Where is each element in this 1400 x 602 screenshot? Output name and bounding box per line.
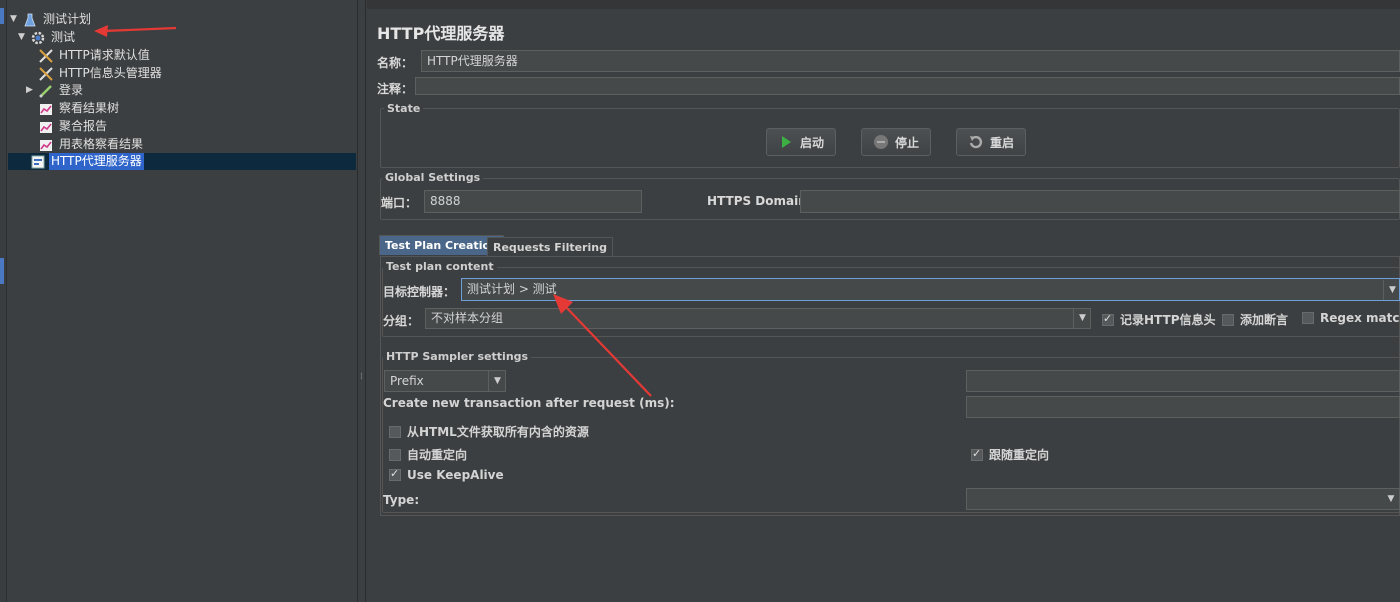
type-select[interactable] bbox=[966, 488, 1400, 510]
tree-node-label: 聚合报告 bbox=[59, 119, 108, 133]
port-input[interactable]: 8888 bbox=[424, 190, 642, 213]
tree-node-thread-group[interactable]: ▼ 测试 bbox=[18, 29, 77, 46]
panel-splitter[interactable]: ⁞ bbox=[358, 0, 366, 602]
page-title: HTTP代理服务器 bbox=[377, 24, 505, 43]
grouping-label: 分组： bbox=[383, 314, 420, 328]
name-label: 名称： bbox=[377, 56, 414, 70]
play-icon bbox=[778, 134, 794, 150]
checkbox-checked-icon[interactable] bbox=[1102, 312, 1114, 326]
test-plan-tree: ▼ 测试计划 ▼ 测试 HTTP请求默认值 HTTP信息头管理器 ▶ 登录 察看… bbox=[0, 0, 358, 602]
http-sampler-settings-title: HTTP Sampler settings bbox=[383, 350, 532, 363]
stop-button-label: 停止 bbox=[894, 135, 919, 150]
top-strip bbox=[367, 0, 1400, 9]
fetch-embedded-resources-label: 从HTML文件获取所有内含的资源 bbox=[407, 425, 589, 439]
tree-node-label: 登录 bbox=[59, 83, 84, 97]
proxy-server-panel: HTTP代理服务器 名称： HTTP代理服务器 注释： State 启动 停止 … bbox=[367, 0, 1400, 602]
auto-redirect-label: 自动重定向 bbox=[407, 448, 468, 462]
tree-node-view-results-table[interactable]: 用表格察看结果 bbox=[38, 136, 145, 153]
chevron-down-icon[interactable]: ▼ bbox=[1383, 280, 1400, 300]
follow-redirects-label: 跟随重定向 bbox=[989, 448, 1050, 462]
expand-toggle-icon[interactable]: ▼ bbox=[10, 11, 22, 28]
regex-matching-checkbox[interactable]: Regex matchin bbox=[1302, 311, 1400, 325]
tree-node-label: HTTP请求默认值 bbox=[59, 48, 150, 62]
fetch-embedded-resources-checkbox[interactable]: 从HTML文件获取所有内含的资源 bbox=[389, 423, 589, 440]
regex-matching-label: Regex matchin bbox=[1320, 311, 1400, 325]
record-headers-checkbox[interactable]: 记录HTTP信息头 bbox=[1102, 311, 1216, 328]
tree-node-http-defaults[interactable]: HTTP请求默认值 bbox=[38, 47, 152, 64]
tree-node-label: 察看结果树 bbox=[59, 101, 120, 115]
tree-node-header-manager[interactable]: HTTP信息头管理器 bbox=[38, 65, 164, 82]
type-label: Type: bbox=[383, 493, 420, 507]
annotation-arrow-icon bbox=[94, 25, 177, 37]
checkbox-unchecked-icon[interactable] bbox=[1302, 312, 1314, 324]
expand-toggle-icon[interactable]: ▼ bbox=[18, 29, 30, 46]
restart-icon bbox=[968, 134, 984, 150]
state-group-title: State bbox=[384, 102, 424, 115]
edge-marker bbox=[0, 258, 4, 284]
tree-node-label: 测试计划 bbox=[43, 12, 92, 26]
use-keepalive-label: Use KeepAlive bbox=[407, 468, 504, 482]
checkbox-checked-icon[interactable] bbox=[971, 447, 983, 461]
tree-node-label: HTTP信息头管理器 bbox=[59, 66, 162, 80]
start-button-label: 启动 bbox=[799, 135, 824, 150]
annotation-arrow-icon bbox=[553, 294, 652, 397]
checkbox-unchecked-icon[interactable] bbox=[389, 448, 401, 461]
listener-chart-icon bbox=[38, 137, 54, 153]
splitter-grip-icon[interactable]: ⁞ bbox=[360, 372, 363, 382]
global-settings-title: Global Settings bbox=[382, 171, 484, 184]
transaction-delay-input[interactable] bbox=[966, 396, 1400, 418]
checkbox-unchecked-icon[interactable] bbox=[389, 425, 401, 438]
test-plan-icon bbox=[22, 12, 38, 28]
comment-label: 注释： bbox=[377, 82, 414, 96]
tree-node-login[interactable]: ▶ 登录 bbox=[26, 82, 85, 99]
chevron-down-icon[interactable]: ▼ bbox=[1382, 489, 1400, 509]
collapse-toggle-icon[interactable]: ▶ bbox=[26, 82, 38, 99]
follow-redirects-checkbox[interactable]: 跟随重定向 bbox=[971, 446, 1049, 463]
auto-redirect-checkbox[interactable]: 自动重定向 bbox=[389, 446, 467, 463]
target-controller-label: 目标控制器： bbox=[383, 285, 456, 299]
prefix-input[interactable] bbox=[966, 370, 1400, 392]
tree-node-label: 测试 bbox=[51, 30, 76, 44]
tree-node-http-proxy-server[interactable]: HTTP代理服务器 bbox=[30, 153, 144, 170]
use-keepalive-checkbox[interactable]: Use KeepAlive bbox=[389, 467, 504, 482]
tree-node-view-results-tree[interactable]: 察看结果树 bbox=[38, 100, 121, 117]
name-input[interactable]: HTTP代理服务器 bbox=[421, 50, 1400, 72]
checkbox-unchecked-icon[interactable] bbox=[1222, 313, 1234, 326]
tree-node-label: 用表格察看结果 bbox=[59, 137, 144, 151]
record-headers-label: 记录HTTP信息头 bbox=[1120, 313, 1216, 327]
tree-node-label: HTTP代理服务器 bbox=[49, 153, 144, 170]
port-label: 端口： bbox=[381, 196, 418, 210]
tree-node-test-plan[interactable]: ▼ 测试计划 bbox=[10, 11, 93, 28]
grouping-select[interactable]: 不对样本分组 bbox=[425, 308, 1091, 329]
test-plan-content-title: Test plan content bbox=[383, 260, 497, 273]
add-assertions-label: 添加断言 bbox=[1240, 313, 1289, 327]
start-button[interactable]: 启动 bbox=[766, 128, 836, 156]
config-wrench-icon bbox=[38, 66, 54, 82]
left-edge-strip bbox=[0, 0, 7, 602]
stop-button[interactable]: 停止 bbox=[861, 128, 931, 156]
restart-button[interactable]: 重启 bbox=[956, 128, 1026, 156]
stop-icon bbox=[873, 134, 889, 150]
config-wrench-icon bbox=[38, 48, 54, 64]
checkbox-checked-icon[interactable] bbox=[389, 467, 401, 481]
chevron-down-icon[interactable]: ▼ bbox=[1073, 309, 1091, 328]
proxy-server-icon bbox=[30, 154, 46, 170]
chevron-down-icon[interactable]: ▼ bbox=[488, 371, 506, 391]
thread-group-gear-icon bbox=[30, 30, 46, 46]
tab-test-plan-creation[interactable]: Test Plan Creation bbox=[379, 235, 504, 255]
restart-button-label: 重启 bbox=[989, 135, 1014, 150]
listener-chart-icon bbox=[38, 119, 54, 135]
tab-requests-filtering[interactable]: Requests Filtering bbox=[487, 237, 613, 257]
tree-node-aggregate-report[interactable]: 聚合报告 bbox=[38, 118, 109, 135]
comment-input[interactable] bbox=[415, 77, 1400, 95]
add-assertions-checkbox[interactable]: 添加断言 bbox=[1222, 311, 1288, 328]
sampler-pipette-icon bbox=[38, 83, 54, 99]
https-domains-input[interactable] bbox=[800, 190, 1400, 213]
listener-chart-icon bbox=[38, 101, 54, 117]
edge-marker bbox=[0, 8, 4, 24]
